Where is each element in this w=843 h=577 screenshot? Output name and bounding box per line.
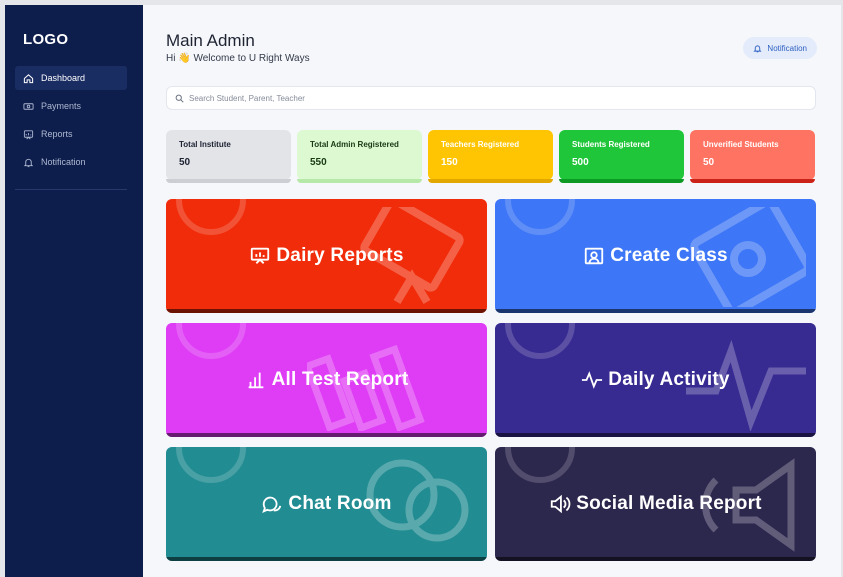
- sidebar-item-label: Notification: [41, 157, 86, 167]
- activity-icon: [582, 371, 603, 389]
- tile-label: Dairy Reports: [276, 245, 404, 266]
- decorative-circle: [505, 447, 575, 483]
- app-window: LOGO Dashboard Payments Reports Notifica…: [5, 5, 841, 577]
- sidebar-nav: Dashboard Payments Reports Notification: [15, 66, 127, 178]
- megaphone-icon: [551, 494, 571, 514]
- search-icon: [175, 94, 184, 103]
- classroom-icon: [585, 247, 604, 265]
- presentation-icon: [251, 247, 270, 264]
- bar-chart-icon: [248, 372, 263, 389]
- tile-daily-activity[interactable]: Daily Activity: [495, 323, 816, 437]
- stat-value: 500: [572, 157, 589, 168]
- stat-label: Total Admin Registered: [310, 140, 399, 149]
- search-bar[interactable]: [166, 86, 816, 110]
- stat-label: Total Institute: [179, 140, 231, 149]
- feature-tiles: Dairy Reports Create Class All Test Repo…: [166, 199, 816, 561]
- decorative-circle: [176, 199, 246, 235]
- stat-card-total-institute: Total Institute 50: [166, 130, 291, 183]
- stat-value: 50: [179, 157, 191, 168]
- tile-label: Create Class: [610, 245, 728, 266]
- money-icon: [23, 102, 34, 110]
- stat-label: Teachers Registered: [441, 140, 520, 149]
- tile-label: Social Media Report: [576, 493, 762, 514]
- tile-label: Daily Activity: [608, 369, 730, 390]
- tile-dairy-reports[interactable]: Dairy Reports: [166, 199, 487, 313]
- home-icon: [23, 73, 34, 83]
- chat-icon: [262, 496, 282, 513]
- stat-label: Unverified Students: [703, 140, 779, 149]
- stat-value: 50: [703, 157, 715, 168]
- sidebar: LOGO Dashboard Payments Reports Notifica…: [5, 5, 143, 577]
- tile-chat-room[interactable]: Chat Room: [166, 447, 487, 561]
- stat-card-students-registered: Students Registered 500: [559, 130, 684, 183]
- stats-row: Total Institute 50 Total Admin Registere…: [166, 130, 816, 183]
- sidebar-item-label: Dashboard: [41, 73, 86, 83]
- tile-social-media-report[interactable]: Social Media Report: [495, 447, 816, 561]
- decorative-circle: [505, 199, 575, 235]
- sidebar-item-notification[interactable]: Notification: [15, 150, 127, 174]
- stat-card-teachers-registered: Teachers Registered 150: [428, 130, 553, 183]
- decorative-circle: [176, 323, 246, 359]
- tile-label: Chat Room: [288, 493, 392, 514]
- page-title: Main Admin: [166, 31, 255, 50]
- decorative-circle: [176, 447, 246, 483]
- stat-value: 150: [441, 157, 458, 168]
- decorative-circle: [505, 323, 575, 359]
- report-icon: [23, 129, 34, 139]
- sidebar-item-dashboard[interactable]: Dashboard: [15, 66, 127, 90]
- stat-value: 550: [310, 157, 327, 168]
- stat-label: Students Registered: [572, 140, 650, 149]
- sidebar-item-reports[interactable]: Reports: [15, 122, 127, 146]
- notification-button[interactable]: Notification: [743, 37, 817, 59]
- sidebar-item-label: Reports: [41, 129, 73, 139]
- greeting-text: Hi 👋 Welcome to U Right Ways: [166, 53, 310, 64]
- tile-all-test-report[interactable]: All Test Report: [166, 323, 487, 437]
- bell-icon: [23, 158, 34, 167]
- tile-label: All Test Report: [271, 369, 409, 390]
- sidebar-item-label: Payments: [41, 101, 82, 111]
- logo: LOGO: [23, 31, 69, 48]
- sidebar-item-payments[interactable]: Payments: [15, 94, 127, 118]
- sidebar-divider: [15, 189, 127, 190]
- stat-card-total-admin-registered: Total Admin Registered 550: [297, 130, 422, 183]
- tile-create-class[interactable]: Create Class: [495, 199, 816, 313]
- bell-icon: [753, 44, 763, 52]
- notification-button-label: Notification: [767, 43, 807, 53]
- stat-card-unverified-students: Unverified Students 50: [690, 130, 815, 183]
- main-content: Main Admin Hi 👋 Welcome to U Right Ways …: [143, 5, 841, 577]
- search-input[interactable]: [189, 93, 789, 103]
